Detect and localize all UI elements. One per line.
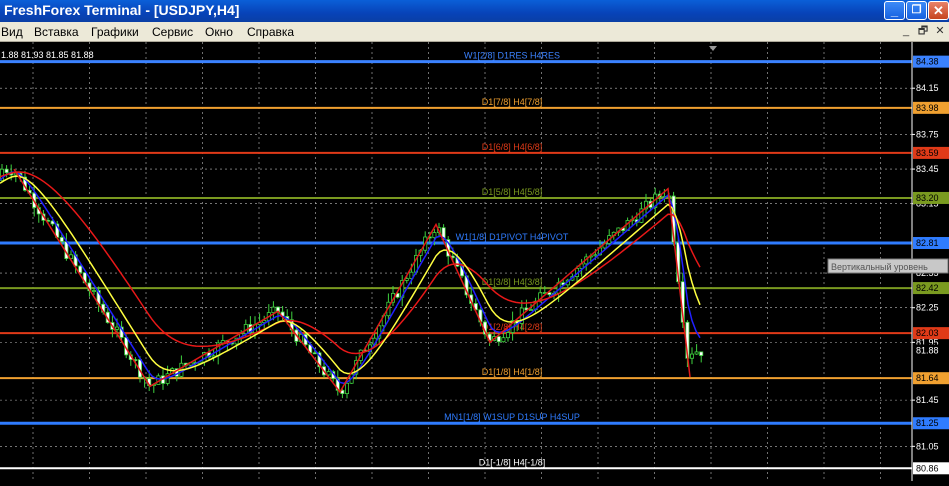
level-price-label: 84.38 — [916, 57, 939, 67]
candle-body — [59, 237, 64, 243]
price-tick-label: 81.05 — [916, 441, 939, 451]
minimize-button[interactable]: _ — [884, 1, 905, 20]
candle-body — [92, 290, 97, 292]
candle-body — [326, 371, 331, 376]
tooltip: Вертикальный уровень — [827, 258, 949, 274]
level-price-label: 83.20 — [916, 193, 939, 203]
candle-body — [496, 336, 501, 343]
price-tick-label: 82.25 — [916, 303, 939, 313]
level-price-label: 82.42 — [916, 283, 939, 293]
level-price-label: 83.59 — [916, 148, 939, 158]
level-label: W1[2/8] D1RES H4RES — [464, 51, 560, 61]
menu-charts[interactable]: Графики — [91, 25, 139, 39]
level-price-label: 80.86 — [916, 463, 939, 473]
mdi-minimize-icon[interactable]: _ — [898, 23, 914, 39]
menu-bar: Вид Вставка Графики Сервис Окно Справка … — [0, 22, 949, 42]
candle-body — [529, 309, 534, 312]
level-price-label: 81.64 — [916, 373, 939, 383]
level-label: W1[1/8] D1PIVOT H4PIVOT — [456, 232, 569, 242]
level-label: D1[6/8] H4[6/8] — [482, 142, 543, 152]
menu-insert[interactable]: Вставка — [34, 25, 79, 39]
candle-body — [271, 306, 276, 313]
current-price-label: 81.88 — [916, 345, 939, 355]
level-label: D1[3/8] H4[3/8] — [482, 277, 543, 287]
price-tick-label: 81.45 — [916, 395, 939, 405]
window-title: FreshForex Terminal - [USDJPY,H4] — [4, 2, 240, 18]
level-label: D1[-1/8] H4[-1/8] — [479, 457, 546, 467]
candle-body — [690, 353, 695, 359]
price-tick-label: 83.45 — [916, 164, 939, 174]
level-label: D1[7/8] H4[7/8] — [482, 97, 543, 107]
menu-view[interactable]: Вид — [1, 25, 23, 39]
restore-icon: ❐ — [911, 4, 922, 16]
level-label: D1[5/8] H4[5/8] — [482, 187, 543, 197]
candle-body — [699, 351, 704, 356]
candle-body — [501, 337, 506, 343]
chart-canvas[interactable]: W1[2/8] D1RES H4RES D1[7/8] H4[7/8] D1[6/8… — [0, 42, 949, 481]
menu-help[interactable]: Справка — [247, 25, 294, 39]
price-chart[interactable]: W1[2/8] D1RES H4RES D1[7/8] H4[7/8] D1[6/8… — [0, 42, 949, 481]
zigzag-line — [13, 168, 691, 394]
price-tick-label: 84.15 — [916, 83, 939, 93]
candle-body — [432, 232, 437, 239]
menu-tools[interactable]: Сервис — [152, 25, 193, 39]
menu-window[interactable]: Окно — [205, 25, 233, 39]
candle-body — [593, 254, 598, 257]
ohlc-readout: 1.88 81.93 81.85 81.88 — [1, 50, 94, 60]
tooltip-text: Вертикальный уровень — [831, 262, 928, 272]
candle-body — [344, 382, 349, 395]
ma-red-line — [0, 171, 701, 355]
mdi-close-icon[interactable]: ✕ — [932, 23, 948, 39]
level-label: MN1[1/8] W1SUP D1SUP H4SUP — [444, 412, 580, 422]
axis-collapse-marker[interactable] — [709, 46, 717, 51]
ma-yellow-line — [0, 175, 701, 375]
level-label: D1[1/8] H4[1/8] — [482, 367, 543, 377]
candle-body — [4, 168, 9, 174]
close-button[interactable]: ✕ — [928, 1, 949, 20]
title-bar: FreshForex Terminal - [USDJPY,H4] _ ❐ ✕ — [0, 0, 949, 22]
candle-body — [115, 326, 120, 330]
candle-body — [694, 351, 699, 355]
level-price-label: 83.98 — [916, 103, 939, 113]
candle-body — [505, 332, 510, 339]
mdi-restore-icon[interactable]: 🗗 — [915, 23, 931, 39]
level-price-label: 82.03 — [916, 328, 939, 338]
maximize-button[interactable]: ❐ — [906, 1, 927, 20]
minimize-icon: _ — [890, 3, 899, 18]
level-price-label: 81.25 — [916, 418, 939, 428]
level-price-label: 82.81 — [916, 238, 939, 248]
close-icon: ✕ — [933, 3, 944, 18]
candle-body — [312, 352, 317, 355]
price-tick-label: 83.75 — [916, 129, 939, 139]
